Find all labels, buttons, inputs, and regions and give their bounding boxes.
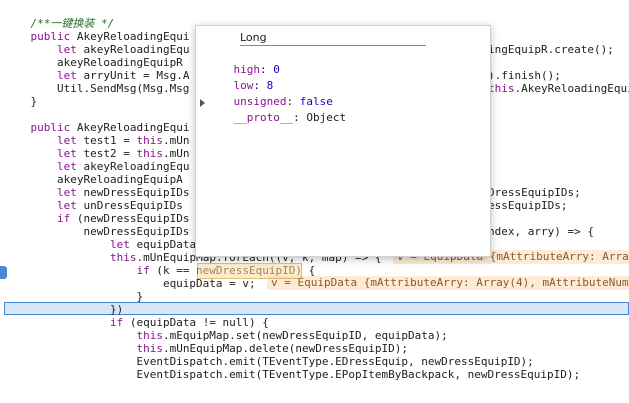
code-line[interactable]: akeyReloadingEquipA — [4, 173, 183, 186]
code-line[interactable]: let equipData — [4, 238, 196, 251]
code-line[interactable]: public AkeyReloadingEqui — [4, 30, 190, 43]
code-line[interactable]: let akeyReloadingEqu — [4, 43, 189, 56]
proto-name: __proto__ — [233, 111, 294, 124]
prop-value: 0 — [273, 63, 280, 76]
code-line[interactable]: this.mUnEquipMap.delete(newDressEquipID)… — [4, 342, 408, 355]
prop-proto[interactable]: __proto__: Object — [207, 94, 347, 124]
code-line-tail[interactable]: ndex, arry) => { — [488, 225, 594, 238]
code-line[interactable]: }) — [4, 303, 123, 316]
value-popover: Long high: 0 low: 8 unsigned: false __pr… — [195, 25, 491, 257]
code-line[interactable]: let test2 = this.mUn — [4, 147, 189, 160]
code-line-tail[interactable]: ingEquipR.create(); — [488, 43, 614, 56]
prop-high[interactable]: high: 0 — [207, 46, 280, 76]
code-line[interactable]: } — [4, 290, 143, 303]
code-line[interactable]: let test1 = this.mUn — [4, 134, 189, 147]
code-line[interactable]: let akeyReloadingEqu — [4, 160, 189, 173]
popover-title: Long — [240, 31, 426, 46]
code-line[interactable]: Util.SendMsg(Msg.Msg — [4, 82, 189, 95]
proto-value: Object — [306, 111, 347, 124]
code-line[interactable]: let arryUnit = Msg.A — [4, 69, 189, 82]
code-line-tail[interactable]: ).finish(); — [488, 69, 561, 82]
code-line[interactable]: let newDressEquipIDs — [4, 186, 189, 199]
hovered-identifier-box[interactable] — [197, 263, 302, 279]
prop-low[interactable]: low: 8 — [207, 62, 274, 92]
code-line[interactable]: if (newDressEquipIDs — [4, 212, 189, 225]
code-line[interactable]: /**一键换装 */ — [4, 17, 114, 30]
code-line-tail[interactable]: DressEquipIDs; — [488, 186, 581, 199]
code-line[interactable]: EventDispatch.emit(TEventType.EDressEqui… — [4, 355, 533, 368]
prop-unsigned[interactable]: unsigned: false — [207, 78, 333, 108]
code-line[interactable]: akeyReloadingEquipR — [4, 56, 183, 69]
code-line[interactable]: let unDressEquipIDs — [4, 199, 183, 212]
code-line-tail[interactable]: this.AkeyReloadingEqui — [488, 82, 629, 95]
code-line[interactable]: newDressEquipIDs — [4, 225, 189, 238]
code-line[interactable]: this.mEquipMap.set(newDressEquipID, equi… — [4, 329, 447, 342]
code-line[interactable]: if (equipData != null) { — [4, 316, 269, 329]
expand-triangle-icon[interactable] — [200, 99, 205, 107]
code-line-tail[interactable]: essEquipIDs; — [488, 199, 567, 212]
code-line[interactable]: } — [4, 95, 37, 108]
inline-value-hint: v = EquipData {mAttributeArry: Array(4),… — [267, 276, 629, 290]
code-line[interactable]: EventDispatch.emit(TEventType.EPopItemBy… — [4, 368, 580, 381]
code-line[interactable]: public AkeyReloadingEqui — [4, 121, 190, 134]
